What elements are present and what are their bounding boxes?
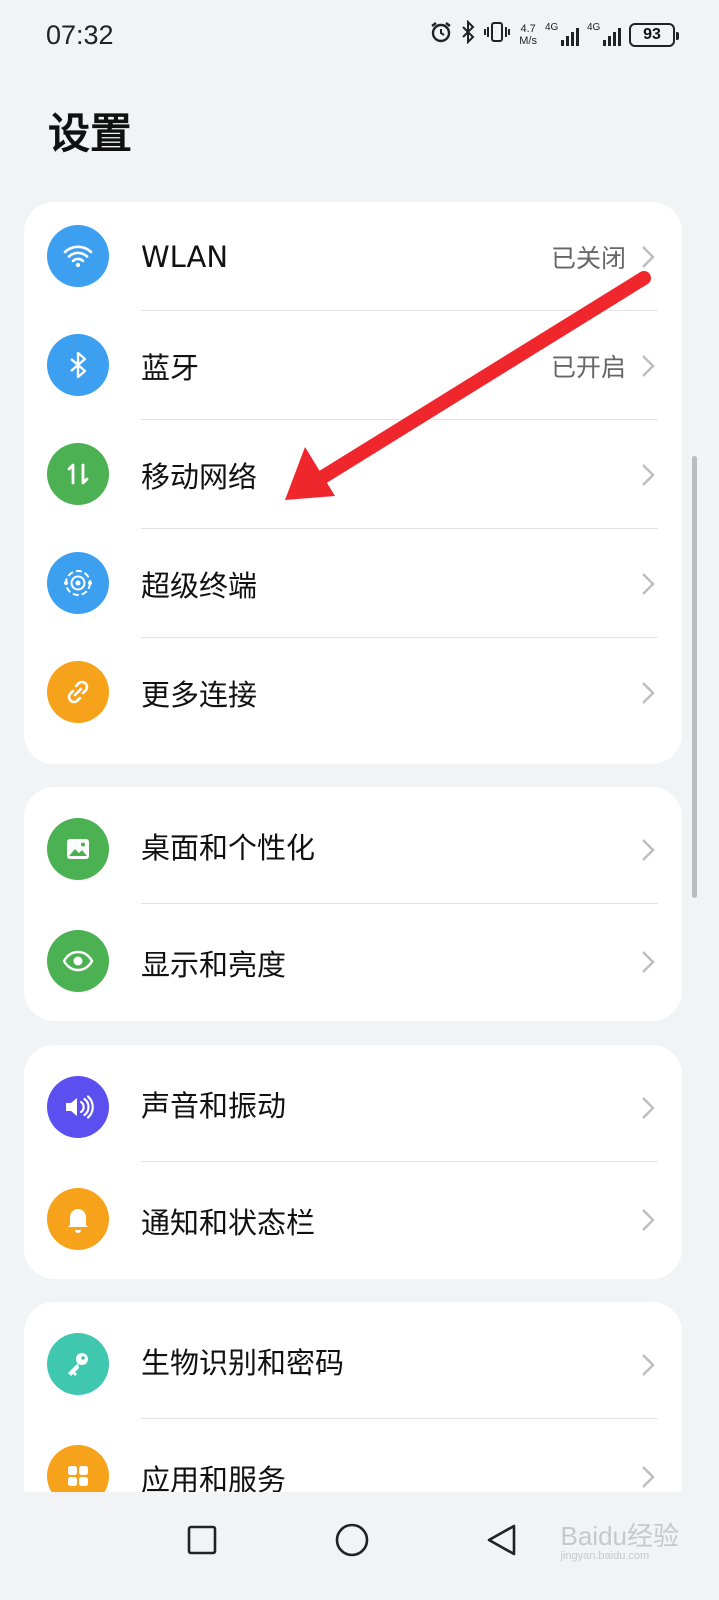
bluetooth-status-icon xyxy=(461,19,475,49)
battery-indicator: 93 xyxy=(629,22,679,47)
setting-row-mobile-network[interactable]: 移动网络 xyxy=(24,420,682,529)
display-card: 桌面和个性化 显示和亮度 xyxy=(24,787,682,1021)
connectivity-card: WLAN 已关闭 蓝牙 已开启 移动网络 超级终端 更多连接 xyxy=(24,202,682,764)
alarm-icon xyxy=(429,20,453,49)
setting-label: 蓝牙 xyxy=(141,350,200,385)
eye-icon xyxy=(47,930,109,992)
setting-label: 显示和亮度 xyxy=(141,947,287,982)
setting-label: 通知和状态栏 xyxy=(141,1205,316,1240)
home-button[interactable] xyxy=(322,1510,382,1570)
key-icon xyxy=(47,1333,109,1395)
setting-label: 超级终端 xyxy=(141,568,258,603)
network-speed: 4.7 M/s xyxy=(519,23,537,47)
super-device-icon xyxy=(47,552,109,614)
sim1-signal-icon: 4G xyxy=(545,22,579,48)
watermark-subtext: jingyan.baidu.com xyxy=(560,1550,650,1562)
chevron-right-icon xyxy=(642,1354,655,1376)
sim2-signal-icon: 4G xyxy=(587,22,621,48)
speaker-icon xyxy=(47,1076,109,1138)
setting-row-wlan[interactable]: WLAN 已关闭 xyxy=(24,202,682,311)
mobile-data-icon xyxy=(47,443,109,505)
net-speed-unit: M/s xyxy=(519,34,537,47)
chevron-right-icon xyxy=(642,682,655,704)
scrollbar[interactable] xyxy=(692,456,697,898)
page-title: 设置 xyxy=(48,109,133,158)
chevron-right-icon xyxy=(642,1097,655,1119)
setting-row-sound[interactable]: 声音和振动 xyxy=(24,1045,682,1162)
security-apps-card: 生物识别和密码 应用和服务 xyxy=(24,1302,682,1522)
bluetooth-icon xyxy=(47,334,109,396)
setting-label: 声音和振动 xyxy=(141,1088,287,1123)
setting-row-notifications[interactable]: 通知和状态栏 xyxy=(24,1162,682,1279)
setting-value: 已关闭 xyxy=(550,243,626,273)
recent-apps-button[interactable] xyxy=(172,1510,232,1570)
status-time: 07:32 xyxy=(46,20,114,50)
link-icon xyxy=(47,661,109,723)
navigation-bar: Baidu经验 jingyan.baidu.com xyxy=(0,1492,719,1600)
setting-value: 已开启 xyxy=(550,352,626,382)
circle-icon xyxy=(335,1523,369,1557)
setting-label: 更多连接 xyxy=(141,677,258,712)
chevron-right-icon xyxy=(642,1209,655,1231)
chevron-right-icon xyxy=(642,355,655,377)
setting-row-home-screen[interactable]: 桌面和个性化 xyxy=(24,787,682,904)
wifi-icon xyxy=(47,225,109,287)
bell-icon xyxy=(47,1188,109,1250)
triangle-back-icon xyxy=(487,1524,516,1556)
chevron-right-icon xyxy=(642,246,655,268)
sound-notification-card: 声音和振动 通知和状态栏 xyxy=(24,1045,682,1279)
net-speed-value: 4.7 xyxy=(520,22,536,35)
setting-label: WLAN xyxy=(141,239,229,274)
status-icons: 4.7 M/s 4G 4G 93 xyxy=(429,19,679,49)
status-bar: 07:32 4.7 M/s 4G 4G 93 xyxy=(0,0,719,76)
chevron-right-icon xyxy=(642,1466,655,1488)
baidu-watermark: Baidu经验 jingyan.baidu.com xyxy=(560,1516,680,1562)
vibrate-icon xyxy=(483,20,511,49)
chevron-right-icon xyxy=(642,839,655,861)
setting-row-bluetooth[interactable]: 蓝牙 已开启 xyxy=(24,311,682,420)
square-icon xyxy=(187,1525,217,1555)
back-button[interactable] xyxy=(472,1510,532,1570)
chevron-right-icon xyxy=(642,464,655,486)
sim1-label: 4G xyxy=(545,21,559,33)
picture-icon xyxy=(47,818,109,880)
setting-label: 生物识别和密码 xyxy=(141,1345,345,1380)
setting-row-biometrics[interactable]: 生物识别和密码 xyxy=(24,1302,682,1419)
setting-row-more-connections[interactable]: 更多连接 xyxy=(24,638,682,747)
chevron-right-icon xyxy=(642,573,655,595)
watermark-text: Baidu经验 xyxy=(560,1521,680,1551)
setting-row-display[interactable]: 显示和亮度 xyxy=(24,904,682,1021)
chevron-right-icon xyxy=(642,951,655,973)
setting-row-super-device[interactable]: 超级终端 xyxy=(24,529,682,638)
setting-label: 桌面和个性化 xyxy=(141,830,316,865)
setting-label: 移动网络 xyxy=(141,459,258,494)
sim2-label: 4G xyxy=(587,21,601,33)
